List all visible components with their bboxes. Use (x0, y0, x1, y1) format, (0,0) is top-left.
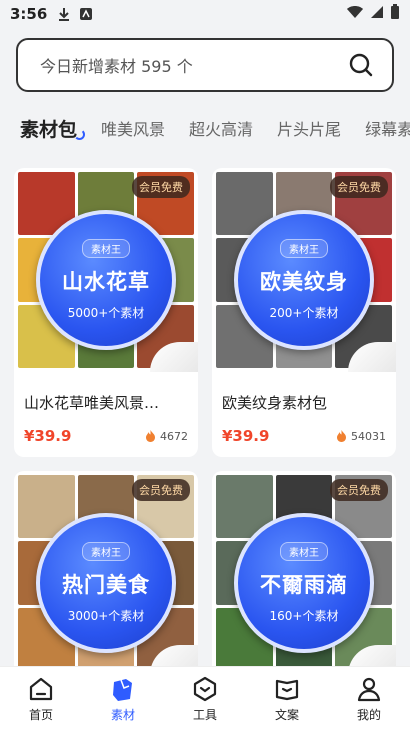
nav-home-label: 首页 (28, 707, 53, 722)
search-bar[interactable]: 今日新增素材 595 个 (16, 38, 394, 92)
nav-tools-label: 工具 (192, 707, 217, 722)
card-price: ¥39.9 (222, 427, 270, 445)
disc-title: 欧美纹身 (260, 270, 348, 294)
card-thumbnail[interactable]: 会员免费 素材王 不爾雨滴 160+个素材 (212, 471, 396, 666)
card-thumbnail[interactable]: 会员免费 素材王 山水花草 5000+个素材 (14, 168, 198, 372)
disc-title: 不爾雨滴 (260, 573, 348, 597)
disc-title: 山水花草 (62, 270, 150, 294)
tab-intro-outro[interactable]: 片头片尾 (277, 116, 341, 140)
card-meta: ¥39.9 54031 (212, 413, 396, 457)
material-card[interactable]: 会员免费 素材王 不爾雨滴 160+个素材 (212, 471, 396, 666)
nav-copywriting[interactable]: 文案 (257, 675, 317, 723)
disc-count: 5000+个素材 (67, 306, 145, 320)
bottom-nav: 首页 素材 工具 文案 我的 (0, 666, 410, 730)
nav-tools[interactable]: 工具 (175, 675, 235, 723)
disc-count: 200+个素材 (269, 306, 339, 320)
card-thumbnail[interactable]: 会员免费 素材王 欧美纹身 200+个素材 (212, 168, 396, 372)
disc-title: 热门美食 (62, 573, 150, 597)
search-icon[interactable] (348, 52, 374, 78)
nav-profile[interactable]: 我的 (339, 675, 399, 723)
pack-disc: 素材王 热门美食 3000+个素材 (36, 513, 176, 653)
material-card[interactable]: 会员免费 素材王 欧美纹身 200+个素材 欧美纹身素材包 ¥39.9 5403… (212, 168, 396, 457)
book-icon (275, 679, 299, 700)
hot-count: 54031 (336, 430, 386, 443)
nav-material-label: 素材 (110, 707, 135, 722)
member-free-badge: 会员免费 (132, 479, 190, 501)
card-title[interactable]: 欧美纹身素材包 (212, 372, 396, 413)
status-time: 3:56 (10, 5, 48, 23)
pack-disc: 素材王 不爾雨滴 160+个素材 (234, 513, 374, 653)
search-placeholder[interactable]: 今日新增素材 595 个 (40, 53, 348, 77)
material-card[interactable]: 会员免费 素材王 山水花草 5000+个素材 山水花草唯美风景… ¥39.9 4… (14, 168, 198, 457)
nav-profile-label: 我的 (356, 707, 381, 722)
tab-scenery[interactable]: 唯美风景 (101, 116, 165, 140)
category-tabs: 素材包 唯美风景 超火高清 片头片尾 绿幕素 (0, 108, 410, 148)
card-title[interactable]: 山水花草唯美风景… (14, 372, 198, 413)
card-meta: ¥39.9 4672 (14, 413, 198, 457)
pack-disc: 素材王 山水花草 5000+个素材 (36, 210, 176, 350)
card-price: ¥39.9 (24, 427, 72, 445)
download-icon (57, 7, 71, 21)
disc-tag: 素材王 (82, 542, 130, 561)
disc-tag: 素材王 (82, 239, 130, 258)
hot-count: 4672 (145, 430, 188, 443)
disc-tag: 素材王 (280, 542, 328, 561)
card-thumbnail[interactable]: 会员免费 素材王 热门美食 3000+个素材 (14, 471, 198, 666)
wifi-icon (346, 5, 364, 23)
material-card[interactable]: 会员免费 素材王 热门美食 3000+个素材 (14, 471, 198, 666)
tools-icon (193, 676, 217, 701)
hot-count-value: 4672 (160, 429, 188, 443)
app-notification-icon (79, 7, 93, 21)
member-free-badge: 会员免费 (330, 176, 388, 198)
status-bar: 3:56 (0, 0, 410, 28)
nav-material[interactable]: 素材 (93, 675, 153, 723)
battery-icon (390, 4, 400, 24)
tab-hd[interactable]: 超火高清 (189, 116, 253, 140)
disc-count: 3000+个素材 (67, 609, 145, 623)
hot-count-value: 54031 (351, 429, 386, 443)
material-icon (113, 678, 132, 701)
nav-home[interactable]: 首页 (11, 675, 71, 723)
flame-icon (337, 430, 346, 442)
tab-material-pack[interactable]: 素材包 (20, 115, 86, 142)
home-icon (29, 677, 53, 700)
disc-tag: 素材王 (280, 239, 328, 258)
profile-icon (357, 677, 381, 701)
member-free-badge: 会员免费 (132, 176, 190, 198)
tab-green-screen[interactable]: 绿幕素 (365, 116, 410, 140)
disc-count: 160+个素材 (269, 609, 339, 623)
material-grid: 会员免费 素材王 山水花草 5000+个素材 山水花草唯美风景… ¥39.9 4… (0, 164, 410, 666)
nav-copywriting-label: 文案 (274, 707, 299, 722)
flame-icon (146, 430, 155, 442)
member-free-badge: 会员免费 (330, 479, 388, 501)
signal-icon (370, 5, 384, 23)
pack-disc: 素材王 欧美纹身 200+个素材 (234, 210, 374, 350)
